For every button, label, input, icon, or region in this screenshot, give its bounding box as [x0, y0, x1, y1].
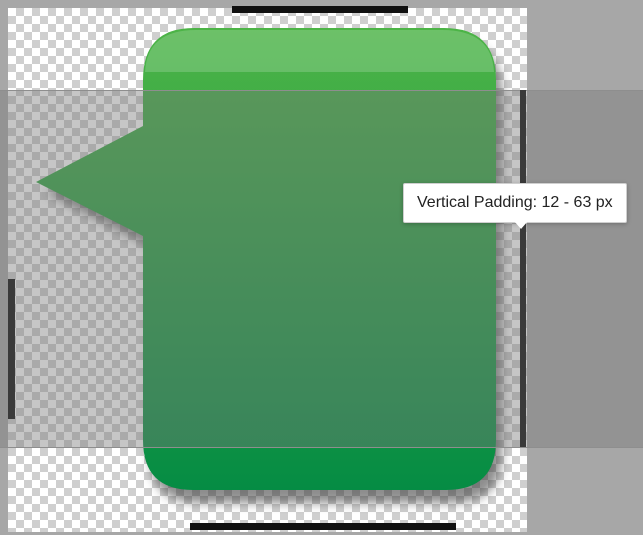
- padding-top-guide-line[interactable]: [0, 90, 643, 91]
- tooltip-text: Vertical Padding: 12 - 63 px: [417, 194, 613, 211]
- nine-patch-editor-canvas: Vertical Padding: 12 - 63 px: [0, 0, 643, 535]
- stretch-top-marker[interactable]: [232, 6, 408, 13]
- vertical-padding-overlay: [0, 90, 643, 447]
- stretch-left-marker[interactable]: [8, 279, 15, 419]
- padding-right-marker[interactable]: [520, 90, 526, 447]
- tooltip-arrow: [514, 221, 528, 229]
- padding-bottom-marker[interactable]: [190, 523, 456, 530]
- padding-tooltip: Vertical Padding: 12 - 63 px: [403, 183, 627, 223]
- padding-bottom-guide-line[interactable]: [0, 447, 643, 448]
